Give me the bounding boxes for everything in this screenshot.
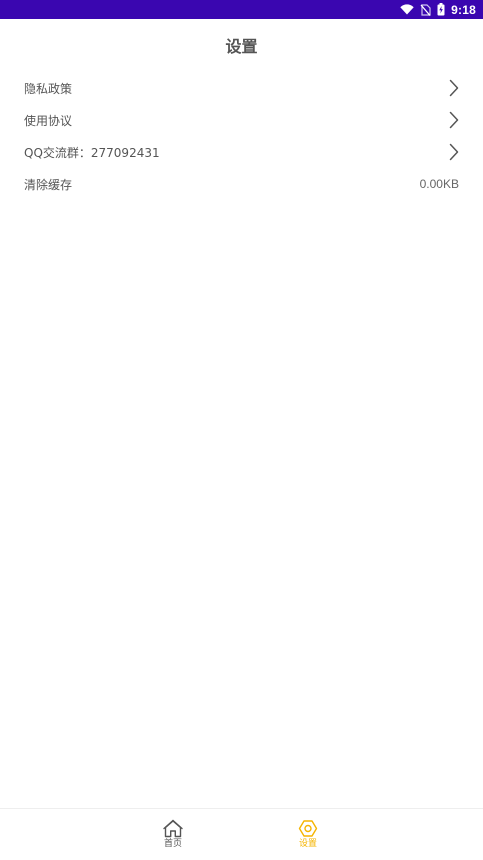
settings-list: 隐私政策 使用协议 QQ交流群：277092431 清除缓存 0.00KB: [0, 72, 483, 200]
header: 设置: [0, 19, 483, 71]
chevron-right-icon: [449, 79, 459, 97]
wifi-icon: [400, 4, 414, 15]
settings-icon: [298, 820, 318, 837]
nav-settings-label: 设置: [298, 839, 317, 849]
user-agreement-label: 使用协议: [24, 113, 73, 128]
cache-size-value: 0.00KB: [419, 177, 459, 191]
nav-home-label: 首页: [163, 839, 182, 849]
home-icon: [163, 819, 183, 838]
clear-cache-row[interactable]: 清除缓存 0.00KB: [0, 168, 483, 200]
privacy-policy-label: 隐私政策: [24, 81, 73, 96]
status-time: 9:18: [451, 2, 476, 17]
nav-home[interactable]: 首页: [143, 819, 203, 850]
chevron-right-icon: [449, 143, 459, 161]
no-sim-icon: [420, 3, 431, 16]
bottom-nav: 首页 设置: [0, 808, 483, 860]
qq-group-label: QQ交流群：277092431: [24, 145, 160, 160]
nav-settings[interactable]: 设置: [278, 819, 338, 850]
clear-cache-label: 清除缓存: [24, 177, 73, 192]
privacy-policy-row[interactable]: 隐私政策: [0, 72, 483, 104]
chevron-right-icon: [449, 111, 459, 129]
status-bar: 9:18: [0, 0, 483, 19]
settings-screen: 9:18 设置 隐私政策 使用协议 QQ交流群：277092431 清除缓存 0…: [0, 0, 483, 860]
user-agreement-row[interactable]: 使用协议: [0, 104, 483, 136]
battery-charging-icon: [437, 3, 445, 16]
page-title: 设置: [225, 37, 258, 56]
qq-group-row[interactable]: QQ交流群：277092431: [0, 136, 483, 168]
